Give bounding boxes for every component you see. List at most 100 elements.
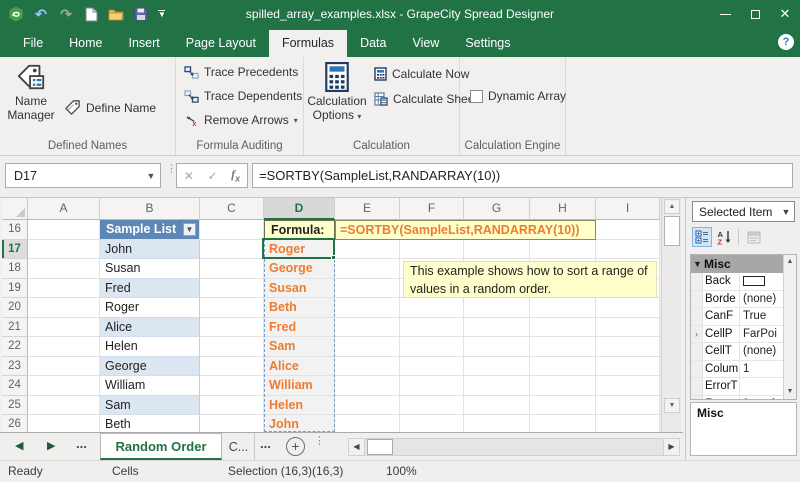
- row-header-26[interactable]: 26: [2, 415, 28, 432]
- cell-d17[interactable]: Roger: [264, 240, 335, 260]
- cell-a19[interactable]: [28, 279, 100, 299]
- cell-g20[interactable]: [464, 298, 530, 318]
- cell-g23[interactable]: [464, 357, 530, 377]
- property-row-canf[interactable]: CanFTrue: [691, 308, 796, 326]
- horizontal-scroll-thumb[interactable]: [367, 439, 393, 455]
- insert-function-icon[interactable]: fx: [231, 167, 240, 183]
- column-header-d[interactable]: D: [264, 198, 335, 220]
- scroll-up-icon[interactable]: ▲: [664, 199, 680, 214]
- category-collapse-icon[interactable]: ▼: [691, 259, 704, 269]
- ribbon-tab-data[interactable]: Data: [347, 30, 399, 57]
- cell-c21[interactable]: [200, 318, 264, 338]
- cell-i16[interactable]: [596, 220, 660, 240]
- cell-b25[interactable]: Sam: [100, 396, 200, 416]
- cell-i24[interactable]: [596, 376, 660, 396]
- cell-c22[interactable]: [200, 337, 264, 357]
- cell-f20[interactable]: [400, 298, 464, 318]
- cell-a20[interactable]: [28, 298, 100, 318]
- cell-d22[interactable]: Sam: [264, 337, 335, 357]
- property-row-errort[interactable]: ErrorT: [691, 378, 796, 396]
- cell-c18[interactable]: [200, 259, 264, 279]
- cell-f21[interactable]: [400, 318, 464, 338]
- app-logo-icon[interactable]: [8, 6, 24, 22]
- previous-sheet-icon[interactable]: ◀: [15, 439, 23, 452]
- cell-e25[interactable]: [335, 396, 400, 416]
- cell-f23[interactable]: [400, 357, 464, 377]
- cell-a18[interactable]: [28, 259, 100, 279]
- ribbon-tab-file[interactable]: File: [10, 30, 56, 57]
- cell-e21[interactable]: [335, 318, 400, 338]
- next-sheet-icon[interactable]: ▶: [47, 439, 55, 452]
- cell-h21[interactable]: [530, 318, 596, 338]
- scroll-right-icon[interactable]: ▶: [663, 439, 679, 455]
- cell-g24[interactable]: [464, 376, 530, 396]
- remove-arrows-button[interactable]: x Remove Arrows ▾: [184, 113, 298, 127]
- column-header-g[interactable]: G: [464, 198, 530, 220]
- maximize-button[interactable]: [740, 0, 770, 28]
- cell-e22[interactable]: [335, 337, 400, 357]
- ribbon-tab-settings[interactable]: Settings: [452, 30, 523, 57]
- cell-a16[interactable]: [28, 220, 100, 240]
- calculation-options-button[interactable]: Calculation Options ▾: [308, 62, 366, 123]
- row-header-20[interactable]: 20: [2, 298, 28, 318]
- scroll-left-icon[interactable]: ◀: [349, 439, 365, 455]
- row-header-16[interactable]: 16: [2, 220, 28, 240]
- row-header-22[interactable]: 22: [2, 337, 28, 357]
- cell-h22[interactable]: [530, 337, 596, 357]
- cell-c26[interactable]: [200, 415, 264, 432]
- property-grid-scrollbar[interactable]: ▲▼: [783, 255, 796, 399]
- cell-f25[interactable]: [400, 396, 464, 416]
- cell-h25[interactable]: [530, 396, 596, 416]
- cell-d19[interactable]: Susan: [264, 279, 335, 299]
- name-box[interactable]: D17 ▼: [5, 163, 161, 188]
- cell-h24[interactable]: [530, 376, 596, 396]
- confirm-entry-icon[interactable]: ✓: [207, 169, 217, 183]
- ribbon-tab-home[interactable]: Home: [56, 30, 115, 57]
- categorized-view-button[interactable]: [692, 227, 712, 247]
- cell-c23[interactable]: [200, 357, 264, 377]
- cell-a22[interactable]: [28, 337, 100, 357]
- cell-i21[interactable]: [596, 318, 660, 338]
- dynamic-array-checkbox[interactable]: Dynamic Array: [470, 89, 566, 103]
- expand-icon[interactable]: ›: [691, 326, 703, 343]
- cell-c17[interactable]: [200, 240, 264, 260]
- scroll-up-icon[interactable]: ▲: [784, 256, 796, 268]
- column-header-b[interactable]: B: [100, 198, 200, 220]
- column-header-c[interactable]: C: [200, 198, 264, 220]
- cell-d21[interactable]: Fred: [264, 318, 335, 338]
- ribbon-tab-insert[interactable]: Insert: [116, 30, 173, 57]
- property-row-font[interactable]: Font(none): [691, 396, 796, 401]
- cell-b18[interactable]: Susan: [100, 259, 200, 279]
- column-header-i[interactable]: I: [596, 198, 660, 220]
- add-sheet-icon[interactable]: +: [286, 437, 305, 456]
- scroll-down-icon[interactable]: ▼: [784, 386, 796, 398]
- cell-b16[interactable]: Sample List▼: [100, 220, 200, 240]
- cell-c16[interactable]: [200, 220, 264, 240]
- cell-e19[interactable]: [335, 279, 400, 299]
- ribbon-tab-formulas[interactable]: Formulas: [269, 30, 347, 57]
- cell-b19[interactable]: Fred: [100, 279, 200, 299]
- undo-icon[interactable]: ↶: [33, 6, 49, 22]
- alphabetical-sort-button[interactable]: AZ: [714, 227, 734, 247]
- ribbon-tab-page-layout[interactable]: Page Layout: [173, 30, 269, 57]
- property-row-cellt[interactable]: CellT(none): [691, 343, 796, 361]
- cell-b17[interactable]: John: [100, 240, 200, 260]
- minimize-button[interactable]: [710, 0, 740, 28]
- cell-g17[interactable]: [464, 240, 530, 260]
- cell-e23[interactable]: [335, 357, 400, 377]
- cell-d23[interactable]: Alice: [264, 357, 335, 377]
- cell-i23[interactable]: [596, 357, 660, 377]
- selected-item-dropdown[interactable]: Selected Item ▼: [692, 201, 795, 222]
- cell-h17[interactable]: [530, 240, 596, 260]
- cell-c19[interactable]: [200, 279, 264, 299]
- property-row-borde[interactable]: Borde(none): [691, 291, 796, 309]
- cell-b20[interactable]: Roger: [100, 298, 200, 318]
- sheet-tab-random-order[interactable]: Random Order: [100, 433, 222, 460]
- row-header-25[interactable]: 25: [2, 396, 28, 416]
- cell-b23[interactable]: George: [100, 357, 200, 377]
- cell-c24[interactable]: [200, 376, 264, 396]
- property-row-back[interactable]: Back: [691, 273, 796, 291]
- redo-icon[interactable]: ↷: [58, 6, 74, 22]
- cell-d16[interactable]: Formula:: [264, 220, 335, 240]
- property-row-cellp[interactable]: ›CellPFarPoi: [691, 326, 796, 344]
